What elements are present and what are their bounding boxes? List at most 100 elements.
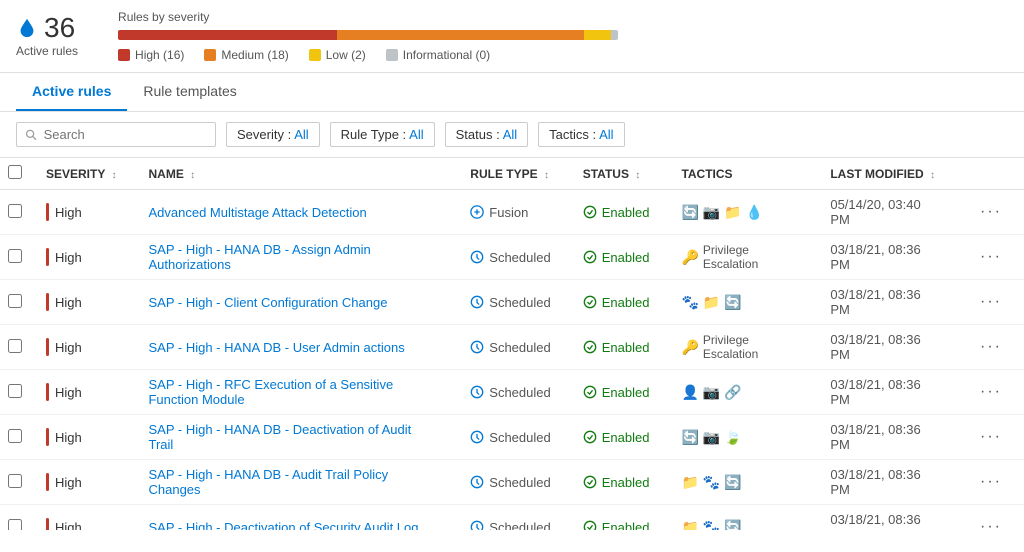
row-actions-cell: ··· [958,190,1024,235]
name-cell[interactable]: Advanced Multistage Attack Detection [132,190,454,235]
th-rule-type[interactable]: RULE TYPE ↕ [454,158,566,190]
row-checkbox[interactable] [8,204,22,218]
tactics-cell: 🐾📁🔄 [665,280,814,325]
row-checkbox[interactable] [8,474,22,488]
table-container: SEVERITY ↕ NAME ↕ RULE TYPE ↕ STATUS ↕ T… [0,158,1024,530]
last-modified-cell: 03/18/21, 08:36 PM [814,325,958,370]
row-checkbox[interactable] [8,339,22,353]
rule-type-filter[interactable]: Rule Type : All [330,122,435,147]
rule-type-cell: Scheduled [454,325,566,370]
enabled-icon [583,250,597,264]
severity-cell: High [30,325,132,370]
severity-label: High [55,475,82,490]
severity-indicator [46,293,49,311]
more-options-button[interactable]: ··· [974,291,1008,312]
row-checkbox-cell [0,325,30,370]
severity-label: High [55,205,82,220]
tactics-cell: 📁🐾🔄 [665,505,814,531]
legend-dot-low [309,49,321,61]
table-row: High SAP - High - RFC Execution of a Sen… [0,370,1024,415]
row-checkbox[interactable] [8,249,22,263]
severity-cell: High [30,190,132,235]
row-checkbox[interactable] [8,519,22,531]
row-checkbox-cell [0,235,30,280]
scheduled-icon [470,250,484,264]
legend-high-label: High (16) [135,48,184,62]
name-cell[interactable]: SAP - High - HANA DB - User Admin action… [132,325,454,370]
scheduled-icon [470,295,484,309]
row-actions-cell: ··· [958,370,1024,415]
more-options-button[interactable]: ··· [974,381,1008,402]
severity-legend: High (16) Medium (18) Low (2) Informatio… [118,48,1008,62]
enabled-icon [583,340,597,354]
row-checkbox[interactable] [8,294,22,308]
more-options-button[interactable]: ··· [974,471,1008,492]
more-options-button[interactable]: ··· [974,426,1008,447]
th-severity[interactable]: SEVERITY ↕ [30,158,132,190]
status-filter[interactable]: Status : All [445,122,529,147]
tactics-cell: 🔑 Privilege Escalation [665,235,814,280]
search-input[interactable] [44,127,207,142]
th-last-modified[interactable]: LAST MODIFIED ↕ [814,158,958,190]
th-name[interactable]: NAME ↕ [132,158,454,190]
rule-type-label: Scheduled [489,385,550,400]
rule-type-label: Fusion [489,205,528,220]
name-cell[interactable]: SAP - High - HANA DB - Audit Trail Polic… [132,460,454,505]
name-cell[interactable]: SAP - High - HANA DB - Assign Admin Auth… [132,235,454,280]
scheduled-icon [470,430,484,444]
status-label: Enabled [602,385,650,400]
legend-dot-high [118,49,130,61]
more-options-button[interactable]: ··· [974,516,1008,530]
more-options-button[interactable]: ··· [974,246,1008,267]
tab-active-rules[interactable]: Active rules [16,73,127,111]
severity-label: High [55,295,82,310]
row-checkbox[interactable] [8,429,22,443]
status-label: Enabled [602,520,650,531]
rule-type-label: Scheduled [489,340,550,355]
legend-low: Low (2) [309,48,366,62]
drop-icon [16,17,38,39]
severity-cell: High [30,370,132,415]
search-icon [25,128,38,142]
status-cell: Enabled [567,370,666,415]
chart-title: Rules by severity [118,10,1008,24]
severity-filter-label: Severity : [237,127,291,142]
enabled-icon [583,205,597,219]
row-checkbox[interactable] [8,384,22,398]
name-cell[interactable]: SAP - High - Client Configuration Change [132,280,454,325]
th-status[interactable]: STATUS ↕ [567,158,666,190]
severity-indicator [46,428,49,446]
more-options-button[interactable]: ··· [974,201,1008,222]
active-rules-count: 36 Active rules [16,14,78,58]
last-modified-cell: 05/14/20, 03:40 PM [814,190,958,235]
name-cell[interactable]: SAP - High - Deactivation of Security Au… [132,505,454,531]
sort-arrows-status: ↕ [635,170,640,181]
status-filter-value: All [503,127,517,142]
row-actions-cell: ··· [958,325,1024,370]
name-cell[interactable]: SAP - High - RFC Execution of a Sensitiv… [132,370,454,415]
tactics-cell: 📁🐾🔄 [665,460,814,505]
severity-indicator [46,338,49,356]
enabled-icon [583,430,597,444]
rule-type-cell: Scheduled [454,460,566,505]
severity-label: High [55,250,82,265]
tactics-filter[interactable]: Tactics : All [538,122,624,147]
row-actions-cell: ··· [958,235,1024,280]
status-cell: Enabled [567,190,666,235]
th-checkbox [0,158,30,190]
tab-rule-templates[interactable]: Rule templates [127,73,252,111]
table-row: High SAP - High - HANA DB - Deactivation… [0,415,1024,460]
severity-filter[interactable]: Severity : All [226,122,320,147]
row-checkbox-cell [0,505,30,531]
name-cell[interactable]: SAP - High - HANA DB - Deactivation of A… [132,415,454,460]
last-modified-cell: 03/18/21, 08:36 PM [814,235,958,280]
rule-type-cell: Scheduled [454,235,566,280]
search-box[interactable] [16,122,216,147]
enabled-icon [583,385,597,399]
table-row: High Advanced Multistage Attack Detectio… [0,190,1024,235]
status-cell: Enabled [567,505,666,531]
select-all-checkbox[interactable] [8,165,22,179]
more-options-button[interactable]: ··· [974,336,1008,357]
status-cell: Enabled [567,460,666,505]
status-cell: Enabled [567,235,666,280]
